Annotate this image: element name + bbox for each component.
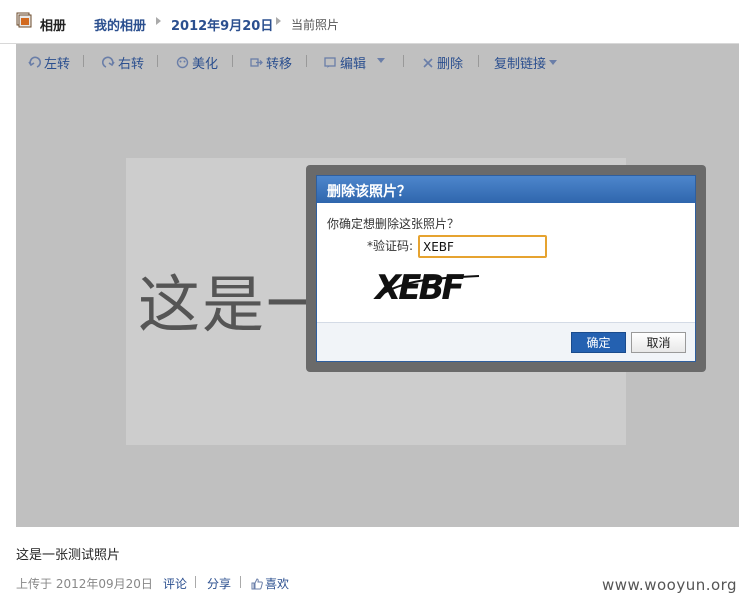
comment-link[interactable]: 评论 (163, 575, 187, 592)
album-date-link[interactable]: 2012年9月20日 (171, 15, 273, 34)
edit-label: 编辑 (340, 57, 367, 72)
current-photo-label: 当前照片 (291, 18, 340, 32)
edit-button[interactable]: 编辑 (324, 53, 366, 72)
delete-label: 删除 (437, 57, 464, 72)
edit-icon (324, 57, 336, 68)
meta-divider (240, 576, 241, 588)
move-label: 转移 (266, 57, 293, 72)
chevron-right-icon (156, 17, 161, 25)
delete-button[interactable]: 删除 (422, 53, 463, 72)
copy-link-label: 复制链接 (494, 57, 547, 72)
dialog-footer: 确定 取消 (317, 322, 695, 361)
move-icon (250, 58, 263, 67)
toolbar-divider (232, 55, 233, 67)
confirm-button[interactable]: 确定 (571, 332, 626, 353)
captcha-input[interactable] (418, 235, 547, 258)
rotate-left-icon (28, 56, 41, 68)
captcha-label: *验证码: (367, 239, 414, 253)
photo-caption: 这是一张测试照片 (16, 548, 121, 563)
beautify-icon (176, 56, 189, 69)
thumbs-up-icon (251, 577, 263, 589)
move-button[interactable]: 转移 (250, 53, 292, 72)
photo-text: 这是一 (138, 268, 331, 341)
watermark: www.wooyun.org (602, 576, 738, 594)
album-icon (16, 12, 32, 28)
photo-toolbar: 左转 右转 美化 转移 编辑 删除 复制链接 (16, 44, 739, 78)
chevron-right-icon (276, 17, 281, 25)
chevron-down-icon (549, 60, 558, 65)
delete-photo-dialog: 删除该照片？ 你确定想删除这张照片？ *验证码: XEBF 确定 取消 (316, 175, 696, 362)
upload-date: 上传于 2012年09月20日 (16, 577, 153, 591)
rotate-right-icon (102, 56, 115, 68)
toolbar-divider (306, 55, 307, 67)
meta-divider (195, 576, 196, 588)
rotate-left-label: 左转 (44, 57, 71, 72)
like-link[interactable]: 喜欢 (251, 575, 289, 592)
my-albums-link[interactable]: 我的相册 (94, 15, 146, 34)
toolbar-divider (83, 55, 84, 67)
page-title: 相册 (40, 19, 67, 34)
chevron-down-icon[interactable] (377, 58, 385, 63)
toolbar-divider (478, 55, 479, 67)
cancel-button[interactable]: 取消 (631, 332, 686, 353)
rotate-right-label: 右转 (118, 57, 145, 72)
dialog-title: 删除该照片？ (317, 176, 695, 203)
share-link[interactable]: 分享 (207, 575, 231, 592)
like-label: 喜欢 (265, 577, 290, 591)
toolbar-divider (403, 55, 404, 67)
captcha-image[interactable]: XEBF (373, 266, 483, 308)
beautify-label: 美化 (192, 57, 219, 72)
dialog-message: 你确定想删除这张照片？ (327, 217, 460, 231)
breadcrumb-bar: 相册 我的相册 2012年9月20日 当前照片 (0, 0, 739, 44)
toolbar-divider (157, 55, 158, 67)
rotate-right-button[interactable]: 右转 (102, 53, 144, 72)
close-icon (423, 57, 433, 68)
captcha-text: XEBF (373, 268, 464, 308)
rotate-left-button[interactable]: 左转 (28, 53, 70, 72)
beautify-button[interactable]: 美化 (176, 53, 218, 72)
copy-link-button[interactable]: 复制链接 (494, 53, 558, 72)
